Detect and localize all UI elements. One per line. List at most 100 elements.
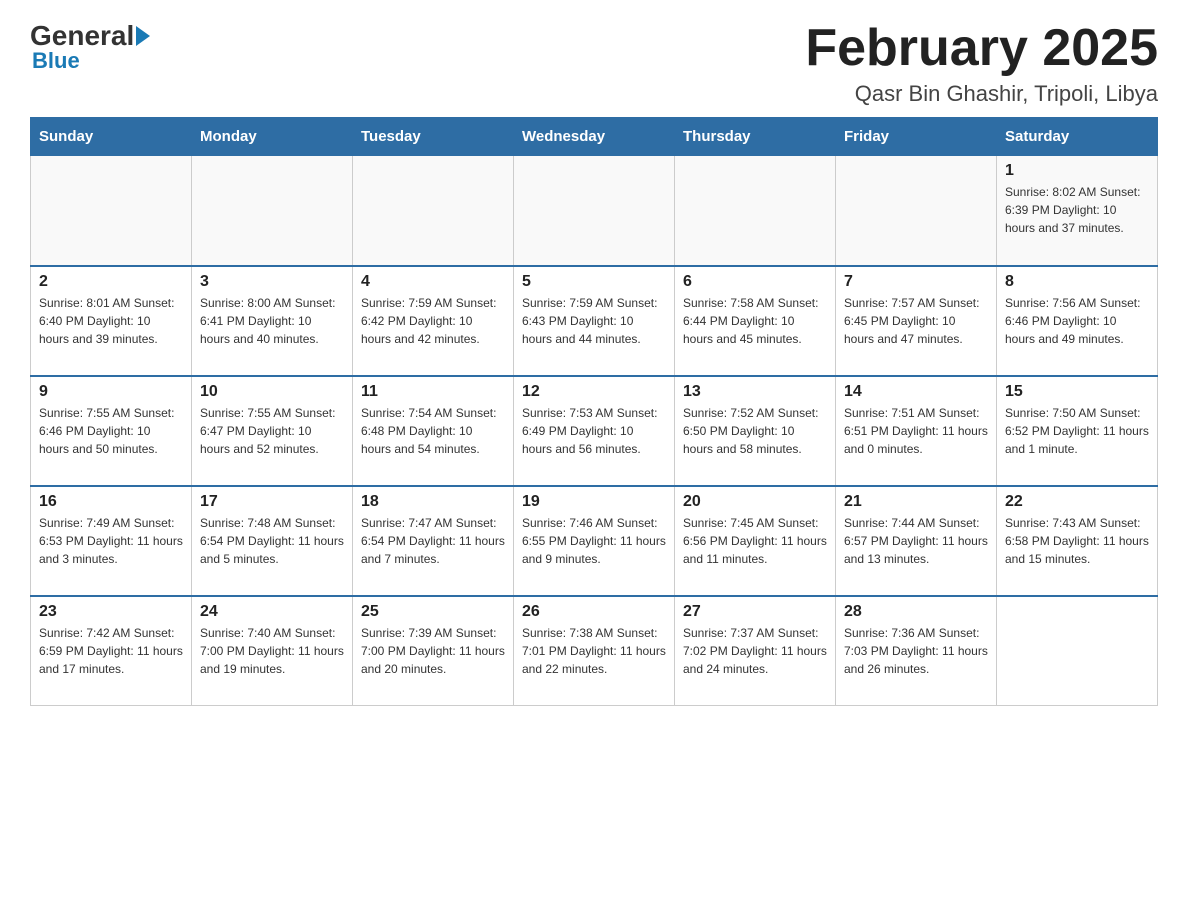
month-title: February 2025 bbox=[805, 20, 1158, 77]
day-info: Sunrise: 7:54 AM Sunset: 6:48 PM Dayligh… bbox=[361, 404, 505, 458]
table-row bbox=[836, 156, 997, 266]
day-info: Sunrise: 7:43 AM Sunset: 6:58 PM Dayligh… bbox=[1005, 514, 1149, 568]
table-row bbox=[675, 156, 836, 266]
table-row: 13 Sunrise: 7:52 AM Sunset: 6:50 PM Dayli… bbox=[675, 376, 836, 486]
calendar-week-row: 9 Sunrise: 7:55 AM Sunset: 6:46 PM Daylig… bbox=[31, 376, 1158, 486]
table-row: 19Sunrise: 7:46 AM Sunset: 6:55 PM Dayli… bbox=[514, 486, 675, 596]
calendar-week-row: 1 Sunrise: 8:02 AM Sunset: 6:39 PM Daylig… bbox=[31, 156, 1158, 266]
header-monday: Monday bbox=[192, 118, 353, 156]
day-info: Sunrise: 7:44 AM Sunset: 6:57 PM Dayligh… bbox=[844, 514, 988, 568]
table-row: 21 Sunrise: 7:44 AM Sunset: 6:57 PM Dayli… bbox=[836, 486, 997, 596]
header-tuesday: Tuesday bbox=[353, 118, 514, 156]
day-number: 26 bbox=[522, 603, 666, 621]
header-sunday: Sunday bbox=[31, 118, 192, 156]
logo-blue-text: Blue bbox=[32, 48, 80, 74]
day-number: 6 bbox=[683, 273, 827, 291]
logo-arrow-icon bbox=[136, 26, 150, 46]
table-row: 28 Sunrise: 7:36 AM Sunset: 7:03 PM Dayli… bbox=[836, 596, 997, 706]
table-row: 7 Sunrise: 7:57 AM Sunset: 6:45 PM Daylig… bbox=[836, 266, 997, 376]
day-info: Sunrise: 7:56 AM Sunset: 6:46 PM Dayligh… bbox=[1005, 294, 1149, 348]
table-row: 22 Sunrise: 7:43 AM Sunset: 6:58 PM Dayli… bbox=[997, 486, 1158, 596]
table-row: 2 Sunrise: 8:01 AM Sunset: 6:40 PM Daylig… bbox=[31, 266, 192, 376]
day-info: Sunrise: 8:01 AM Sunset: 6:40 PM Dayligh… bbox=[39, 294, 183, 348]
day-info: Sunrise: 7:39 AM Sunset: 7:00 PM Dayligh… bbox=[361, 624, 505, 678]
day-number: 9 bbox=[39, 383, 183, 401]
day-number: 27 bbox=[683, 603, 827, 621]
day-number: 7 bbox=[844, 273, 988, 291]
day-number: 17 bbox=[200, 493, 344, 511]
table-row bbox=[997, 596, 1158, 706]
table-row bbox=[192, 156, 353, 266]
day-number: 15 bbox=[1005, 383, 1149, 401]
header-thursday: Thursday bbox=[675, 118, 836, 156]
day-number: 20 bbox=[683, 493, 827, 511]
day-number: 13 bbox=[683, 383, 827, 401]
day-info: Sunrise: 7:40 AM Sunset: 7:00 PM Dayligh… bbox=[200, 624, 344, 678]
header-saturday: Saturday bbox=[997, 118, 1158, 156]
table-row: 4Sunrise: 7:59 AM Sunset: 6:42 PM Daylig… bbox=[353, 266, 514, 376]
day-info: Sunrise: 7:57 AM Sunset: 6:45 PM Dayligh… bbox=[844, 294, 988, 348]
table-row: 3Sunrise: 8:00 AM Sunset: 6:41 PM Daylig… bbox=[192, 266, 353, 376]
table-row: 12 Sunrise: 7:53 AM Sunset: 6:49 PM Dayli… bbox=[514, 376, 675, 486]
table-row: 14 Sunrise: 7:51 AM Sunset: 6:51 PM Dayli… bbox=[836, 376, 997, 486]
table-row: 9 Sunrise: 7:55 AM Sunset: 6:46 PM Daylig… bbox=[31, 376, 192, 486]
table-row: 6 Sunrise: 7:58 AM Sunset: 6:44 PM Daylig… bbox=[675, 266, 836, 376]
day-number: 2 bbox=[39, 273, 183, 291]
header-friday: Friday bbox=[836, 118, 997, 156]
day-info: Sunrise: 7:55 AM Sunset: 6:46 PM Dayligh… bbox=[39, 404, 183, 458]
location-subtitle: Qasr Bin Ghashir, Tripoli, Libya bbox=[805, 81, 1158, 107]
day-info: Sunrise: 7:59 AM Sunset: 6:43 PM Dayligh… bbox=[522, 294, 666, 348]
table-row: 10 Sunrise: 7:55 AM Sunset: 6:47 PM Dayli… bbox=[192, 376, 353, 486]
day-info: Sunrise: 7:45 AM Sunset: 6:56 PM Dayligh… bbox=[683, 514, 827, 568]
day-number: 16 bbox=[39, 493, 183, 511]
calendar-header-row: Sunday Monday Tuesday Wednesday Thursday… bbox=[31, 118, 1158, 156]
page-header: General Blue February 2025 Qasr Bin Ghas… bbox=[30, 20, 1158, 107]
table-row: 24 Sunrise: 7:40 AM Sunset: 7:00 PM Dayli… bbox=[192, 596, 353, 706]
day-info: Sunrise: 7:42 AM Sunset: 6:59 PM Dayligh… bbox=[39, 624, 183, 678]
day-number: 12 bbox=[522, 383, 666, 401]
header-wednesday: Wednesday bbox=[514, 118, 675, 156]
day-number: 14 bbox=[844, 383, 988, 401]
day-number: 23 bbox=[39, 603, 183, 621]
title-block: February 2025 Qasr Bin Ghashir, Tripoli,… bbox=[805, 20, 1158, 107]
day-number: 10 bbox=[200, 383, 344, 401]
day-info: Sunrise: 7:52 AM Sunset: 6:50 PM Dayligh… bbox=[683, 404, 827, 458]
day-number: 24 bbox=[200, 603, 344, 621]
day-info: Sunrise: 7:37 AM Sunset: 7:02 PM Dayligh… bbox=[683, 624, 827, 678]
calendar-table: Sunday Monday Tuesday Wednesday Thursday… bbox=[30, 117, 1158, 706]
day-number: 28 bbox=[844, 603, 988, 621]
table-row: 1 Sunrise: 8:02 AM Sunset: 6:39 PM Daylig… bbox=[997, 156, 1158, 266]
day-info: Sunrise: 7:36 AM Sunset: 7:03 PM Dayligh… bbox=[844, 624, 988, 678]
table-row: 17 Sunrise: 7:48 AM Sunset: 6:54 PM Dayli… bbox=[192, 486, 353, 596]
table-row bbox=[514, 156, 675, 266]
table-row: 25Sunrise: 7:39 AM Sunset: 7:00 PM Dayli… bbox=[353, 596, 514, 706]
day-number: 1 bbox=[1005, 162, 1149, 180]
day-info: Sunrise: 7:53 AM Sunset: 6:49 PM Dayligh… bbox=[522, 404, 666, 458]
day-info: Sunrise: 7:59 AM Sunset: 6:42 PM Dayligh… bbox=[361, 294, 505, 348]
table-row: 8 Sunrise: 7:56 AM Sunset: 6:46 PM Daylig… bbox=[997, 266, 1158, 376]
day-info: Sunrise: 7:38 AM Sunset: 7:01 PM Dayligh… bbox=[522, 624, 666, 678]
day-number: 8 bbox=[1005, 273, 1149, 291]
day-number: 21 bbox=[844, 493, 988, 511]
day-number: 18 bbox=[361, 493, 505, 511]
table-row: 11 Sunrise: 7:54 AM Sunset: 6:48 PM Dayli… bbox=[353, 376, 514, 486]
day-info: Sunrise: 7:48 AM Sunset: 6:54 PM Dayligh… bbox=[200, 514, 344, 568]
table-row: 16Sunrise: 7:49 AM Sunset: 6:53 PM Dayli… bbox=[31, 486, 192, 596]
table-row bbox=[31, 156, 192, 266]
calendar-week-row: 23 Sunrise: 7:42 AM Sunset: 6:59 PM Dayli… bbox=[31, 596, 1158, 706]
day-info: Sunrise: 7:47 AM Sunset: 6:54 PM Dayligh… bbox=[361, 514, 505, 568]
table-row: 26 Sunrise: 7:38 AM Sunset: 7:01 PM Dayli… bbox=[514, 596, 675, 706]
day-number: 11 bbox=[361, 383, 505, 401]
day-info: Sunrise: 8:00 AM Sunset: 6:41 PM Dayligh… bbox=[200, 294, 344, 348]
table-row bbox=[353, 156, 514, 266]
day-info: Sunrise: 7:58 AM Sunset: 6:44 PM Dayligh… bbox=[683, 294, 827, 348]
table-row: 15 Sunrise: 7:50 AM Sunset: 6:52 PM Dayli… bbox=[997, 376, 1158, 486]
day-info: Sunrise: 7:51 AM Sunset: 6:51 PM Dayligh… bbox=[844, 404, 988, 458]
table-row: 27 Sunrise: 7:37 AM Sunset: 7:02 PM Dayli… bbox=[675, 596, 836, 706]
logo: General Blue bbox=[30, 20, 152, 74]
day-number: 19 bbox=[522, 493, 666, 511]
day-info: Sunrise: 7:55 AM Sunset: 6:47 PM Dayligh… bbox=[200, 404, 344, 458]
day-info: Sunrise: 7:50 AM Sunset: 6:52 PM Dayligh… bbox=[1005, 404, 1149, 458]
day-number: 22 bbox=[1005, 493, 1149, 511]
day-info: Sunrise: 8:02 AM Sunset: 6:39 PM Dayligh… bbox=[1005, 183, 1149, 237]
